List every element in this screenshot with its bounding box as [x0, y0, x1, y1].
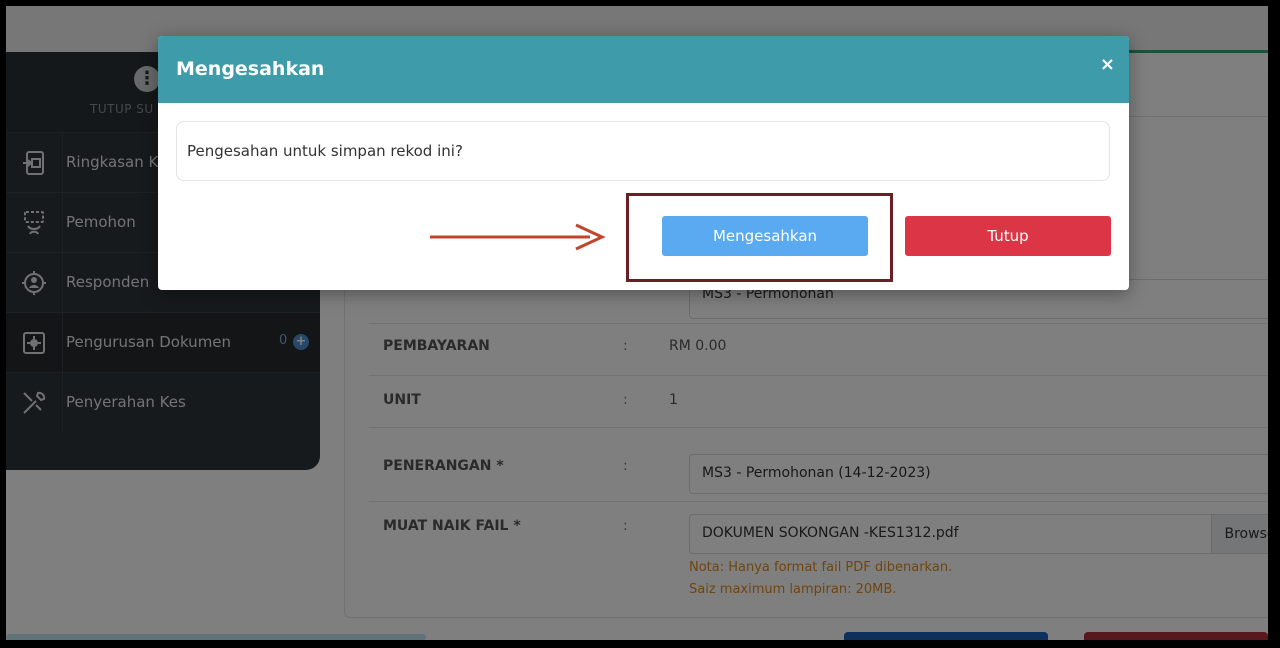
annotation-arrow-icon	[430, 223, 606, 251]
screen-frame: ⋮ TUTUP SU Ringkasan K Pemohon Responden…	[6, 6, 1268, 640]
annotation-highlight-box	[626, 193, 893, 282]
